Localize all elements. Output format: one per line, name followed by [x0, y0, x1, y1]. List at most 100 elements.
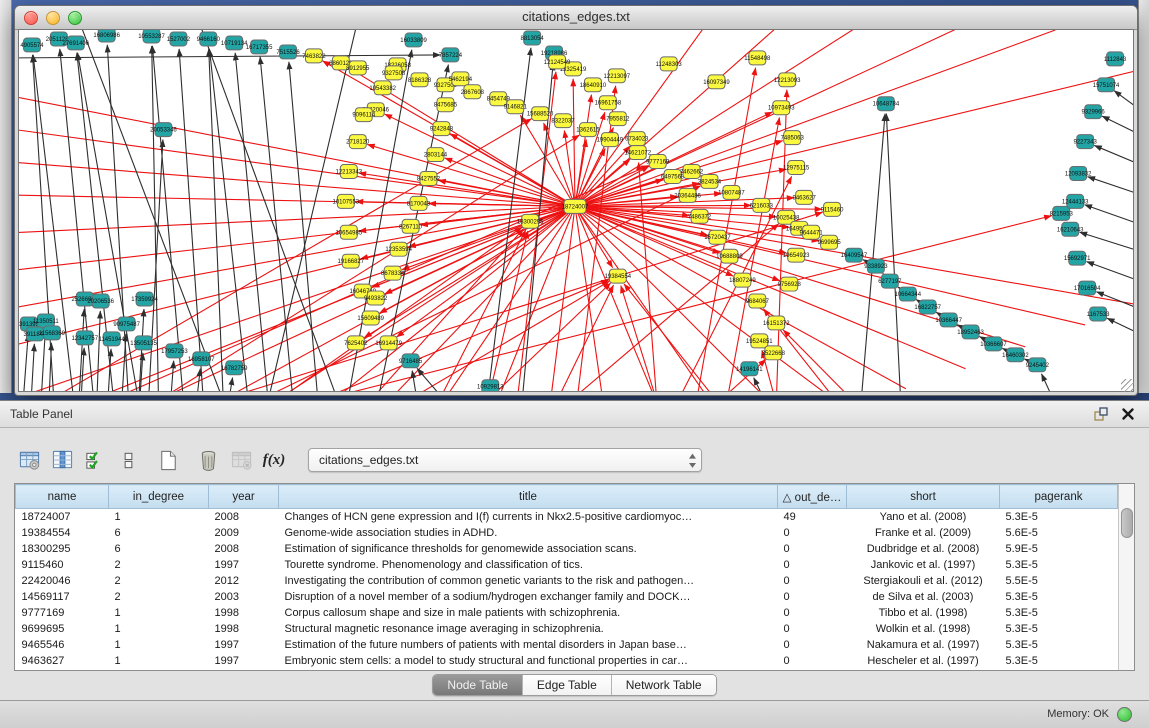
network-edge — [209, 49, 248, 392]
column-header[interactable]: short — [847, 485, 1000, 509]
table-cell: 14569117 — [16, 589, 109, 605]
table-cell: 5.3E-5 — [1000, 621, 1118, 637]
table-row[interactable]: 1938455462009Genome-wide association stu… — [16, 525, 1136, 541]
network-node-label: 20053346 — [150, 128, 177, 134]
status-bar: Memory: OK — [0, 700, 1149, 728]
results-panel-edge[interactable] — [1138, 0, 1149, 393]
network-node-label: 4905574 — [20, 43, 44, 49]
network-edge — [31, 344, 34, 392]
network-node-label: 9329966 — [1082, 110, 1106, 116]
network-node-label: 8475685 — [434, 103, 458, 109]
float-panel-icon[interactable] — [1093, 406, 1109, 422]
table-cell: Stergiakouli et al. (2012) — [847, 573, 1000, 589]
delete-column-icon[interactable] — [195, 447, 221, 473]
window-titlebar[interactable]: citations_edges.txt — [15, 6, 1137, 30]
table-cell: 6 — [109, 541, 209, 557]
network-node-label: 18807249 — [729, 278, 756, 284]
network-edge — [754, 378, 767, 392]
node-table: namein_degreeyeartitle△ out_de…shortpage… — [14, 483, 1135, 671]
table-cell: Yano et al. (2008) — [847, 509, 1000, 526]
network-node-label: 2867608 — [461, 90, 485, 96]
table-cell: 9777169 — [16, 605, 109, 621]
network-node-label: 15692971 — [1064, 256, 1091, 262]
resize-grip-icon[interactable] — [1121, 379, 1134, 392]
table-cell: 0 — [778, 621, 847, 637]
network-node-label: 12353594 — [385, 247, 412, 253]
table-cell: 2012 — [209, 573, 279, 589]
table-row[interactable]: 969969511998Structural magnetic resonanc… — [16, 621, 1136, 637]
table-cell: 49 — [778, 509, 847, 526]
table-cell: 2008 — [209, 509, 279, 526]
control-panel-edge[interactable] — [0, 0, 12, 393]
import-table-icon — [228, 447, 254, 473]
network-node-label: 10664344 — [895, 292, 922, 298]
table-cell: 0 — [778, 541, 847, 557]
tab-edge-table[interactable]: Edge Table — [523, 675, 612, 695]
network-node-label: 9227343 — [1074, 140, 1098, 146]
table-cell: 2 — [109, 557, 209, 573]
table-cell: 18300295 — [16, 541, 109, 557]
table-cell: 1997 — [209, 637, 279, 653]
merge-rows-icon[interactable] — [115, 447, 141, 473]
table-cell: 5.9E-5 — [1000, 541, 1118, 557]
column-header[interactable]: in_degree — [109, 485, 209, 509]
network-edge — [18, 160, 575, 207]
column-header[interactable]: name — [16, 485, 109, 509]
network-node-label: 1362615 — [576, 128, 600, 134]
table-row[interactable]: 1830029562008Estimation of significance … — [16, 541, 1136, 557]
table-row[interactable]: 1872400712008Changes of HCN gene express… — [16, 509, 1136, 526]
close-panel-icon[interactable] — [1121, 407, 1135, 421]
network-node-label: 18952463 — [957, 330, 984, 336]
scrollbar-thumb[interactable] — [1121, 508, 1133, 538]
table-row[interactable]: 2242004622012Investigating the contribut… — [16, 573, 1136, 589]
network-table-selector[interactable]: citations_edges.txt — [308, 448, 702, 472]
memory-status-label: Memory: OK — [1047, 708, 1109, 720]
table-cell: 0 — [778, 525, 847, 541]
column-header[interactable]: △ out_de… — [778, 485, 847, 509]
column-header[interactable]: year — [209, 485, 279, 509]
network-edge — [1042, 374, 1056, 392]
network-node-label: 19166827 — [338, 259, 365, 265]
network-edge — [573, 79, 575, 207]
table-row[interactable]: 911546021997Tourette syndrome. Phenomeno… — [16, 557, 1136, 573]
network-edge — [547, 206, 575, 391]
table-settings-icon[interactable] — [16, 447, 42, 473]
select-column-icon[interactable] — [49, 447, 75, 473]
row-checks-icon[interactable] — [82, 447, 108, 473]
column-header[interactable]: title — [279, 485, 778, 509]
network-node-label: 9493822 — [364, 296, 388, 302]
network-edge — [170, 361, 173, 392]
network-node-label: 18300295 — [517, 219, 544, 225]
table-row[interactable]: 946554611997Estimation of the future num… — [16, 637, 1136, 653]
network-node-label: 10929813 — [477, 385, 504, 391]
table-cell: 1997 — [209, 557, 279, 573]
network-node-label: 16782759 — [221, 366, 248, 372]
table-cell: 5.3E-5 — [1000, 589, 1118, 605]
table-cell: Genome-wide association studies in ADHD. — [279, 525, 778, 541]
tab-node-table[interactable]: Node Table — [433, 675, 523, 695]
function-builder-icon[interactable]: f(x) — [261, 447, 287, 473]
network-node-label: 1112843 — [1104, 57, 1127, 63]
table-row[interactable]: 1456911722003Disruption of a novel membe… — [16, 589, 1136, 605]
table-toolbar: f(x) citations_edges.txt — [16, 445, 702, 475]
node-table-grid: namein_degreeyeartitle△ out_de…shortpage… — [15, 484, 1135, 669]
column-header[interactable]: pagerank — [1000, 485, 1118, 509]
network-node-label: 14196141 — [736, 367, 763, 373]
network-node-label: 9716485 — [399, 359, 423, 365]
network-edge — [1080, 232, 1134, 251]
network-edge — [385, 114, 575, 206]
network-node-label: 10553287 — [138, 34, 165, 40]
tab-network-table[interactable]: Network Table — [612, 675, 716, 695]
network-edge — [260, 57, 293, 392]
network-node-label: 9463627 — [793, 195, 817, 201]
table-cell: 5.3E-5 — [1000, 605, 1118, 621]
table-scrollbar[interactable] — [1118, 484, 1134, 670]
network-canvas[interactable]: 1872400749055742051128327691406168069861… — [18, 29, 1134, 392]
network-node-label: 17359924 — [131, 297, 158, 303]
new-column-icon[interactable] — [155, 447, 181, 473]
table-row[interactable]: 946362711997Embryonic stem cells: a mode… — [16, 653, 1136, 669]
network-node-label: 9777169 — [646, 160, 670, 166]
table-row[interactable]: 977716911998Corpus callosum shape and si… — [16, 605, 1136, 621]
network-node-label: 2718120 — [346, 140, 370, 146]
network-edge — [575, 29, 976, 206]
